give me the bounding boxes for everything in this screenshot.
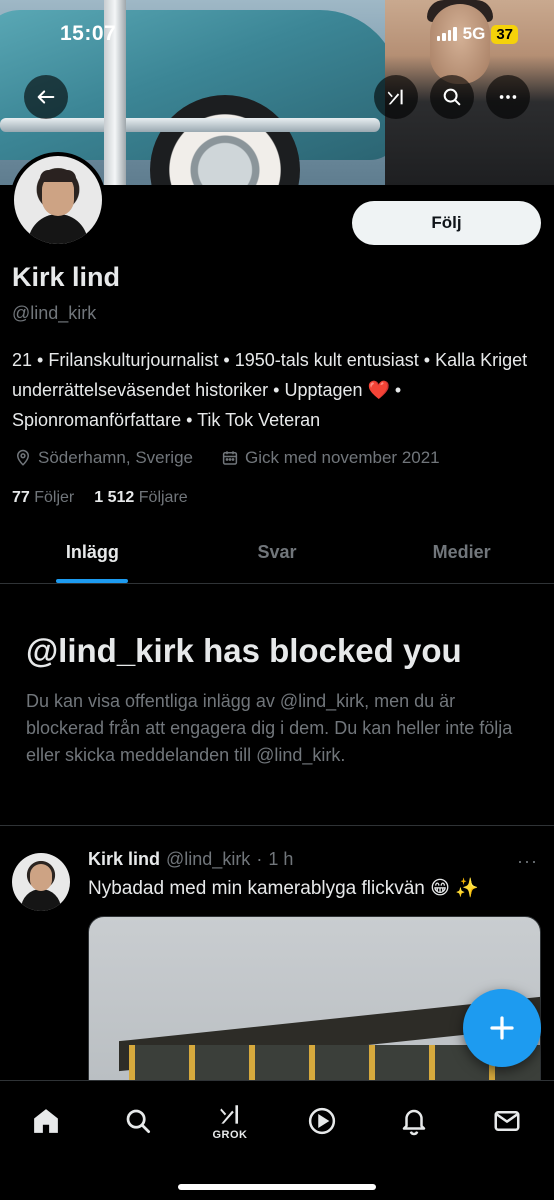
- following-link[interactable]: 77 Följer: [12, 489, 74, 507]
- mail-icon: [494, 1111, 520, 1131]
- post-time[interactable]: 1 h: [268, 849, 293, 870]
- profile-handle: @lind_kirk: [12, 303, 97, 323]
- grok-button[interactable]: [374, 75, 418, 119]
- post-author-name[interactable]: Kirk lind: [88, 849, 160, 870]
- followers-count: 1 512: [94, 489, 135, 506]
- compose-button[interactable]: [463, 989, 541, 1067]
- back-button[interactable]: [24, 75, 68, 119]
- post-text: Nybadad med min kamerablyga flickvän 😁 ✨: [88, 878, 479, 899]
- signal-icon: [436, 27, 457, 41]
- profile-name: Kirk lind: [12, 262, 121, 292]
- search-icon: [126, 1109, 150, 1133]
- profile-joined: Gick med november 2021: [244, 448, 440, 467]
- following-label: Följer: [34, 489, 75, 506]
- post-more-icon[interactable]: ···: [517, 851, 538, 872]
- plus-icon: [490, 1016, 514, 1040]
- profile-location: Söderhamn, Sverige: [38, 448, 193, 467]
- status-indicators: 5G 37: [436, 24, 518, 44]
- post-separator: ·: [256, 849, 263, 869]
- home-icon: [34, 1109, 58, 1133]
- profile-tabs: Inlägg Svar Medier: [0, 522, 554, 584]
- post-avatar-shirt: [21, 889, 61, 911]
- search-button[interactable]: [430, 75, 474, 119]
- nav-search[interactable]: [115, 1099, 161, 1143]
- battery-icon: 37: [491, 24, 518, 44]
- post-avatar-face: [30, 864, 52, 891]
- nav-grok-label: GROK: [212, 1128, 248, 1141]
- profile-avatar[interactable]: [10, 152, 106, 248]
- arrow-left-icon: [37, 90, 55, 104]
- nav-home[interactable]: [23, 1099, 69, 1143]
- more-button[interactable]: [486, 75, 530, 119]
- more-horizontal-icon: [499, 95, 517, 99]
- tab-media[interactable]: Medier: [369, 522, 554, 583]
- avatar-hair: [40, 170, 76, 182]
- post-avatar[interactable]: [12, 853, 70, 911]
- post-author-handle[interactable]: @lind_kirk: [166, 849, 250, 870]
- search-icon: [443, 88, 461, 106]
- network-label: 5G: [462, 24, 486, 43]
- bell-icon: [402, 1109, 426, 1136]
- play-icon: [308, 1107, 336, 1135]
- calendar-icon: [222, 451, 238, 465]
- avatar-shirt: [28, 214, 88, 244]
- grok-icon: [387, 89, 403, 105]
- location-icon: [16, 449, 30, 466]
- post-header: Kirk lind @lind_kirk · 1 h: [88, 849, 293, 870]
- nav-video[interactable]: [299, 1099, 345, 1143]
- grok-icon: [220, 1104, 239, 1124]
- profile-counts: 77 Följer 1 512 Följare: [12, 489, 188, 507]
- home-indicator[interactable]: [178, 1184, 376, 1190]
- following-count: 77: [12, 489, 30, 506]
- profile-bio: 21 • Frilanskulturjournalist • 1950-tals…: [12, 350, 528, 430]
- blocked-title: @lind_kirk has blocked you: [26, 632, 462, 669]
- blocked-text: Du kan visa offentliga inlägg av @lind_k…: [26, 691, 513, 765]
- profile-meta: Söderhamn, Sverige Gick med november 202…: [14, 448, 440, 468]
- tab-replies[interactable]: Svar: [185, 522, 370, 583]
- followers-link[interactable]: 1 512 Följare: [94, 489, 187, 507]
- divider: [0, 825, 554, 826]
- nav-notifications[interactable]: [391, 1099, 437, 1143]
- nav-grok[interactable]: GROK: [207, 1099, 253, 1143]
- banner-person-head: [430, 4, 490, 84]
- tab-posts[interactable]: Inlägg: [0, 522, 185, 583]
- banner-chrome: [0, 118, 380, 132]
- follow-button[interactable]: Följ: [352, 201, 541, 245]
- status-time: 15:07: [60, 22, 117, 45]
- bottom-nav: GROK: [0, 1080, 554, 1200]
- followers-label: Följare: [138, 489, 188, 506]
- nav-messages[interactable]: [484, 1099, 530, 1143]
